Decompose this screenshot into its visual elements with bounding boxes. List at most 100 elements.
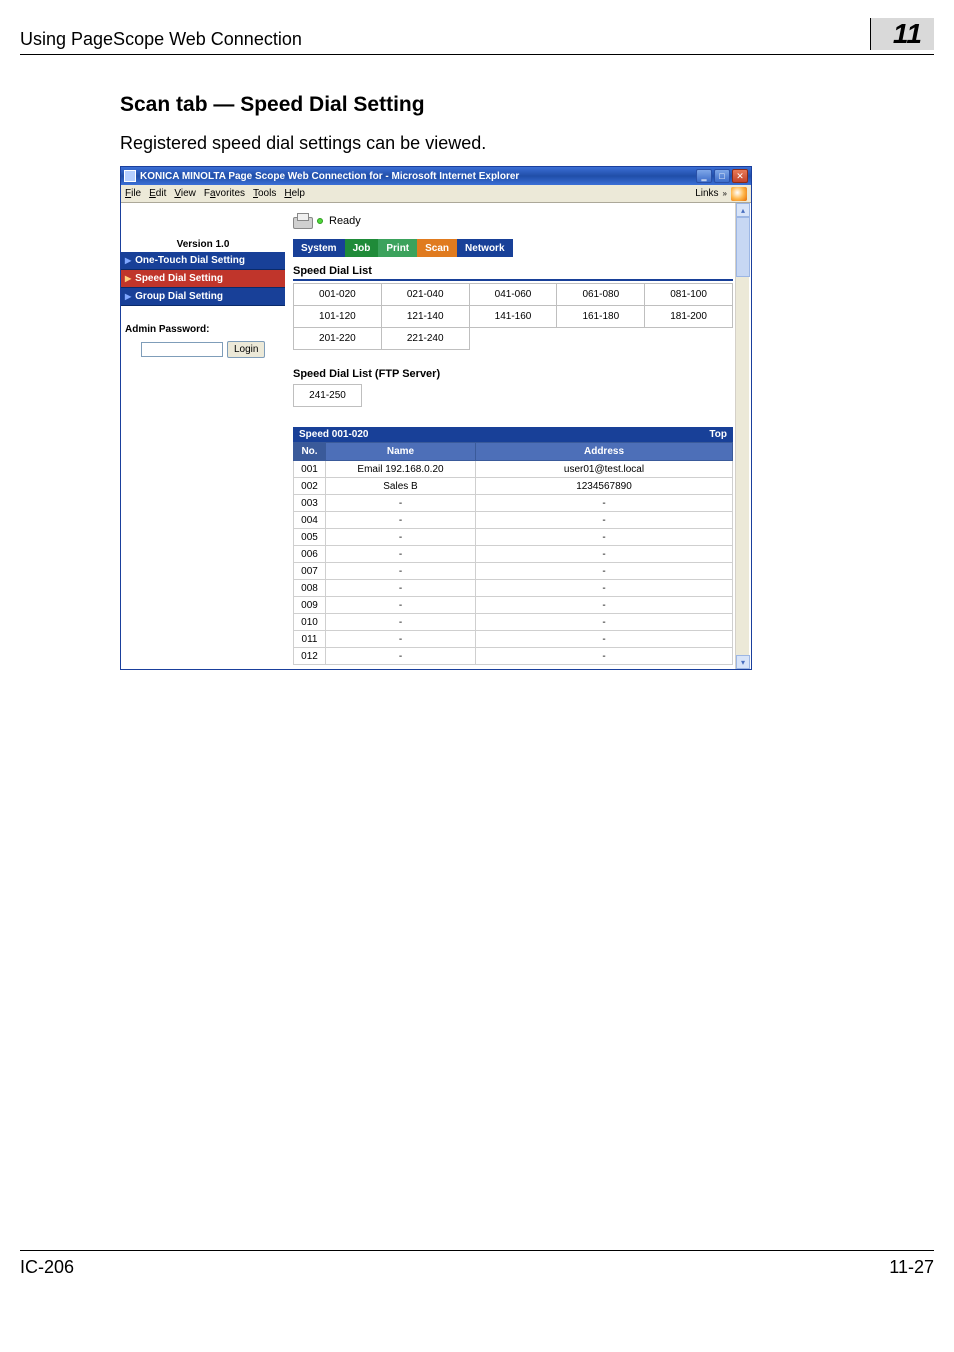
- ftp-range-grid: 241-250: [293, 384, 362, 407]
- page-header: Using PageScope Web Connection 11: [20, 18, 934, 55]
- range-cell-empty: [557, 328, 645, 350]
- menu-help[interactable]: Help: [284, 188, 305, 199]
- table-cell-address: -: [476, 563, 733, 580]
- table-row[interactable]: 007--: [294, 563, 733, 580]
- table-row[interactable]: 010--: [294, 614, 733, 631]
- footer-right: 11-27: [889, 1257, 934, 1278]
- table-row[interactable]: 009--: [294, 597, 733, 614]
- table-row[interactable]: 004--: [294, 512, 733, 529]
- table-cell-name: -: [326, 580, 476, 597]
- scroll-up-icon[interactable]: ▴: [736, 203, 750, 217]
- speed-range-header: Speed 001-020 Top: [293, 427, 733, 442]
- top-link[interactable]: Top: [709, 429, 727, 440]
- table-row[interactable]: 002Sales B1234567890: [294, 478, 733, 495]
- close-button[interactable]: ✕: [732, 169, 748, 183]
- links-chevron-icon[interactable]: »: [723, 189, 727, 198]
- footer-left: IC-206: [20, 1257, 74, 1278]
- speed-range-label: Speed 001-020: [299, 429, 369, 440]
- table-cell-no: 009: [294, 597, 326, 614]
- login-button[interactable]: Login: [227, 341, 265, 358]
- table-row[interactable]: 012--: [294, 648, 733, 665]
- range-cell[interactable]: 021-040: [381, 284, 469, 306]
- table-cell-address: -: [476, 597, 733, 614]
- sidebar-item-speeddial[interactable]: ▶ Speed Dial Setting: [121, 270, 285, 288]
- chevron-right-icon: ▶: [125, 256, 131, 265]
- table-cell-address: -: [476, 614, 733, 631]
- table-cell-no: 004: [294, 512, 326, 529]
- table-cell-address: 1234567890: [476, 478, 733, 495]
- links-label[interactable]: Links: [695, 188, 718, 199]
- sidebar-item-label: One-Touch Dial Setting: [135, 255, 245, 266]
- table-cell-name: -: [326, 631, 476, 648]
- menu-view[interactable]: View: [174, 188, 196, 199]
- admin-password-label: Admin Password:: [121, 324, 285, 335]
- table-cell-no: 003: [294, 495, 326, 512]
- header-left-text: Using PageScope Web Connection: [20, 29, 302, 50]
- table-cell-address: -: [476, 495, 733, 512]
- table-cell-address: -: [476, 648, 733, 665]
- range-cell-empty: [469, 328, 557, 350]
- table-row[interactable]: 003--: [294, 495, 733, 512]
- table-row[interactable]: 006--: [294, 546, 733, 563]
- table-cell-no: 002: [294, 478, 326, 495]
- table-row[interactable]: 005--: [294, 529, 733, 546]
- vertical-scrollbar[interactable]: ▴ ▾: [735, 203, 749, 669]
- table-cell-name: Email 192.168.0.20: [326, 461, 476, 478]
- tab-scan[interactable]: Scan: [417, 239, 457, 257]
- scroll-down-icon[interactable]: ▾: [736, 655, 750, 669]
- range-cell[interactable]: 061-080: [557, 284, 645, 306]
- table-cell-address: -: [476, 631, 733, 648]
- table-cell-no: 007: [294, 563, 326, 580]
- chevron-right-icon: ▶: [125, 292, 131, 301]
- range-cell[interactable]: 221-240: [381, 328, 469, 350]
- sidebar: Version 1.0 ▶ One-Touch Dial Setting ▶ S…: [121, 203, 289, 669]
- table-cell-address: -: [476, 512, 733, 529]
- range-cell[interactable]: 001-020: [294, 284, 382, 306]
- tab-system[interactable]: System: [293, 239, 345, 257]
- table-row[interactable]: 001Email 192.168.0.20user01@test.local: [294, 461, 733, 478]
- status-row: Ready: [293, 207, 733, 235]
- table-row[interactable]: 011--: [294, 631, 733, 648]
- menu-tools[interactable]: Tools: [253, 188, 276, 199]
- range-cell[interactable]: 201-220: [294, 328, 382, 350]
- range-cell[interactable]: 041-060: [469, 284, 557, 306]
- section-title: Scan tab — Speed Dial Setting: [120, 93, 934, 117]
- range-cell[interactable]: 141-160: [469, 306, 557, 328]
- range-grid: 001-020 021-040 041-060 061-080 081-100 …: [293, 283, 733, 350]
- sidebar-item-label: Group Dial Setting: [135, 291, 223, 302]
- sidebar-item-groupdial[interactable]: ▶ Group Dial Setting: [121, 288, 285, 306]
- speed-dial-list-header: Speed Dial List: [293, 265, 733, 281]
- minimize-button[interactable]: ‗: [696, 169, 712, 183]
- range-cell[interactable]: 101-120: [294, 306, 382, 328]
- table-cell-no: 001: [294, 461, 326, 478]
- range-cell[interactable]: 121-140: [381, 306, 469, 328]
- table-cell-no: 006: [294, 546, 326, 563]
- tabs: System Job Print Scan Network: [293, 239, 733, 257]
- sidebar-item-onetouch[interactable]: ▶ One-Touch Dial Setting: [121, 252, 285, 270]
- menu-edit[interactable]: Edit: [149, 188, 166, 199]
- tab-job[interactable]: Job: [345, 239, 379, 257]
- maximize-button[interactable]: □: [714, 169, 730, 183]
- page-footer: IC-206 11-27: [20, 1250, 934, 1278]
- tab-network[interactable]: Network: [457, 239, 512, 257]
- range-cell[interactable]: 161-180: [557, 306, 645, 328]
- ie-logo-icon: [731, 187, 747, 201]
- tab-print[interactable]: Print: [378, 239, 417, 257]
- table-cell-name: -: [326, 512, 476, 529]
- table-cell-address: -: [476, 546, 733, 563]
- range-cell[interactable]: 081-100: [645, 284, 733, 306]
- speed-dial-table: No. Name Address 001Email 192.168.0.20us…: [293, 442, 733, 665]
- table-cell-name: -: [326, 563, 476, 580]
- ftp-range-cell[interactable]: 241-250: [294, 385, 362, 407]
- range-cell[interactable]: 181-200: [645, 306, 733, 328]
- scroll-thumb[interactable]: [736, 217, 750, 277]
- table-cell-name: -: [326, 597, 476, 614]
- ie-menubar: File Edit View Favorites Tools Help Link…: [121, 185, 751, 203]
- menu-file[interactable]: File: [125, 188, 141, 199]
- col-header-name: Name: [326, 443, 476, 461]
- status-text: Ready: [329, 215, 361, 227]
- menu-favorites[interactable]: Favorites: [204, 188, 245, 199]
- admin-password-input[interactable]: [141, 342, 223, 357]
- table-row[interactable]: 008--: [294, 580, 733, 597]
- table-cell-address: user01@test.local: [476, 461, 733, 478]
